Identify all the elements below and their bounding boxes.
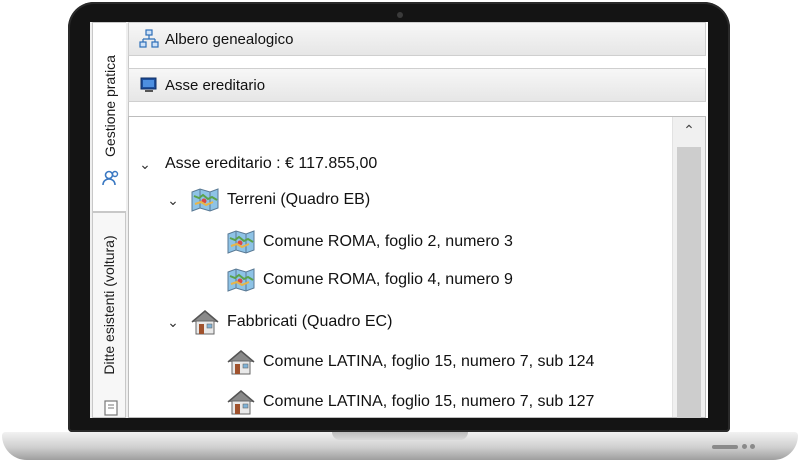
tab-gestione-pratica[interactable]: Gestione pratica bbox=[92, 22, 126, 212]
tree-land-item-label: Comune ROMA, foglio 4, numero 9 bbox=[263, 271, 513, 288]
map-icon bbox=[227, 268, 255, 292]
house-icon bbox=[191, 310, 219, 335]
scroll-thumb[interactable] bbox=[677, 147, 701, 418]
house-icon bbox=[227, 350, 255, 375]
family-tree-icon bbox=[139, 29, 159, 48]
chevron-down-icon[interactable]: ⌄ bbox=[137, 156, 153, 173]
tree-building-group-label: Fabbricati (Quadro EC) bbox=[227, 313, 393, 330]
tree-land-item-label: Comune ROMA, foglio 2, numero 3 bbox=[263, 233, 513, 250]
computer-icon bbox=[140, 77, 157, 92]
laptop-indicator-dot bbox=[750, 444, 755, 449]
tree-building-item[interactable]: Comune LATINA, foglio 15, numero 7, sub … bbox=[225, 387, 594, 417]
tree-root-label: Asse ereditario : € 117.855,00 bbox=[165, 155, 378, 172]
side-tabbar: Gestione pratica Ditte esistenti (voltur… bbox=[90, 22, 129, 418]
chevron-down-icon[interactable]: ⌄ bbox=[165, 314, 181, 331]
inheritance-label: Asse ereditario bbox=[165, 76, 266, 94]
app-screen: Gestione pratica Ditte esistenti (voltur… bbox=[90, 22, 708, 418]
camera-dot bbox=[397, 12, 403, 18]
tree-building-item-label: Comune LATINA, foglio 15, numero 7, sub … bbox=[263, 353, 595, 370]
tree-building-item-label: Comune LATINA, foglio 15, numero 7, sub … bbox=[263, 393, 595, 410]
scroll-up-arrow-icon[interactable]: ⌃ bbox=[673, 117, 705, 143]
tab-ditte-esistenti-label: Ditte esistenti (voltura) bbox=[101, 235, 117, 375]
tab-gestione-pratica-label: Gestione pratica bbox=[101, 54, 118, 157]
tree-land-item[interactable]: Comune ROMA, foglio 2, numero 3 bbox=[225, 227, 513, 257]
chevron-down-icon[interactable]: ⌄ bbox=[165, 192, 181, 209]
map-icon bbox=[191, 188, 219, 212]
tree-building-item[interactable]: Comune LATINA, foglio 15, numero 7, sub … bbox=[225, 347, 594, 377]
family-tree-label: Albero genealogico bbox=[165, 30, 294, 48]
tree-land-item[interactable]: Comune ROMA, foglio 4, numero 9 bbox=[225, 265, 513, 295]
inheritance-button[interactable]: Asse ereditario bbox=[128, 68, 706, 102]
vertical-scrollbar[interactable]: ⌃ bbox=[672, 117, 705, 418]
house-icon bbox=[227, 390, 255, 415]
people-icon bbox=[102, 170, 119, 186]
tree-root-row[interactable]: ⌄ Asse ereditario : € 117.855,00 bbox=[137, 149, 377, 179]
tree-building-group[interactable]: ⌄ Fabbricati (Quadro EC) bbox=[165, 307, 392, 337]
tab-ditte-esistenti[interactable]: Ditte esistenti (voltura) bbox=[92, 212, 126, 418]
inheritance-tree: ⌄ Asse ereditario : € 117.855,00 ⌄ Terre… bbox=[128, 116, 706, 418]
laptop-notch bbox=[332, 432, 468, 440]
document-icon bbox=[104, 400, 118, 416]
map-icon bbox=[227, 230, 255, 254]
tree-land-group-label: Terreni (Quadro EB) bbox=[227, 191, 371, 208]
laptop-indicator-dot bbox=[742, 444, 747, 449]
tree-land-group[interactable]: ⌄ Terreni (Quadro EB) bbox=[165, 185, 370, 215]
family-tree-button[interactable]: Albero genealogico bbox=[128, 22, 706, 56]
laptop-indicator bbox=[712, 445, 738, 449]
